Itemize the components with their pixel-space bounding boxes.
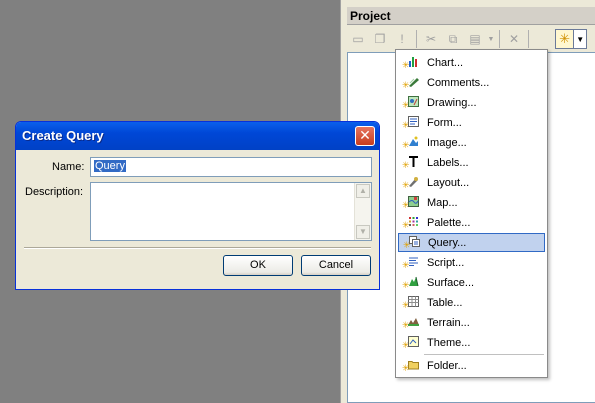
new-item-button[interactable]: ✳ ▼ <box>555 29 587 49</box>
menu-item-label: Image... <box>427 136 467 149</box>
close-button[interactable]: ✕ <box>355 126 375 146</box>
description-label: Description: <box>25 186 84 198</box>
labels-icon: ✳ <box>402 155 420 171</box>
cut-icon[interactable]: ✂ <box>420 29 442 49</box>
toolbar-separator <box>528 30 529 48</box>
map-icon: ✳ <box>402 195 420 211</box>
menu-item-surface[interactable]: ✳ Surface... <box>398 273 545 292</box>
chevron-down-icon[interactable]: ▼ <box>573 30 586 48</box>
menu-item-label: Chart... <box>427 56 464 69</box>
ok-button[interactable]: OK <box>223 255 293 276</box>
paste-icon[interactable]: ▤ <box>464 29 486 49</box>
menu-item-label: Theme... <box>427 336 471 349</box>
delete-icon[interactable]: ✕ <box>503 29 525 49</box>
menu-item-terrain[interactable]: ✳ Terrain... <box>398 313 545 332</box>
copy-icon[interactable]: ⧉ <box>442 29 464 49</box>
windows-icon[interactable]: ❐ <box>369 29 391 49</box>
new-item-menu: ✳ Chart... ✳ Comments... ✳ Drawing... ✳ … <box>395 49 548 378</box>
terrain-icon: ✳ <box>402 315 420 331</box>
menu-item-map[interactable]: ✳ Map... <box>398 193 545 212</box>
menu-item-label: Labels... <box>427 156 469 169</box>
menu-item-drawing[interactable]: ✳ Drawing... <box>398 93 545 112</box>
description-textarea[interactable]: ▲ ▼ <box>90 182 372 241</box>
menu-item-label: Map... <box>427 196 458 209</box>
layout-icon: ✳ <box>402 175 420 191</box>
menu-item-chart[interactable]: ✳ Chart... <box>398 53 545 72</box>
menu-item-table[interactable]: ✳ Table... <box>398 293 545 312</box>
menu-item-label: Surface... <box>427 276 475 289</box>
palette-icon: ✳ <box>402 215 420 231</box>
surface-icon: ✳ <box>402 275 420 291</box>
name-label: Name: <box>52 161 85 173</box>
dialog-titlebar[interactable]: Create Query ✕ <box>16 122 379 150</box>
scroll-up-icon[interactable]: ▲ <box>356 184 370 198</box>
name-input[interactable]: Query <box>90 157 372 177</box>
restore-icon[interactable]: ▭ <box>347 29 369 49</box>
image-icon: ✳ <box>402 135 420 151</box>
folder-icon: ✳ <box>402 358 420 374</box>
form-icon: ✳ <box>402 115 420 131</box>
drawing-icon: ✳ <box>402 95 420 111</box>
menu-item-label: Drawing... <box>427 96 477 109</box>
name-input-value: Query <box>94 160 126 172</box>
menu-separator <box>424 354 544 355</box>
table-icon: ✳ <box>402 295 420 311</box>
menu-item-label: Layout... <box>427 176 470 189</box>
menu-item-label: Query... <box>428 236 467 249</box>
menu-item-label: Script... <box>427 256 465 269</box>
dialog-separator <box>24 247 371 249</box>
close-icon: ✕ <box>359 127 371 143</box>
toolbar-separator <box>499 30 500 48</box>
comments-icon: ✳ <box>402 75 420 91</box>
menu-item-label: Comments... <box>427 76 490 89</box>
paste-dropdown-icon[interactable]: ▼ <box>486 29 496 49</box>
cancel-button[interactable]: Cancel <box>301 255 371 276</box>
scroll-down-icon[interactable]: ▼ <box>356 225 370 239</box>
menu-item-label: Folder... <box>427 359 467 372</box>
menu-item-label: Terrain... <box>427 316 470 329</box>
dialog-title: Create Query <box>22 128 104 143</box>
project-panel-title: Project <box>347 7 595 25</box>
menu-item-image[interactable]: ✳ Image... <box>398 133 545 152</box>
new-sparkle-icon: ✳ <box>559 31 571 46</box>
menu-item-palette[interactable]: ✳ Palette... <box>398 213 545 232</box>
menu-item-query[interactable]: ✳ Query... <box>398 233 545 252</box>
menu-item-theme[interactable]: ✳ Theme... <box>398 333 545 352</box>
query-icon: ✳ <box>403 235 421 251</box>
create-query-dialog: Create Query ✕ Name: Query Description: … <box>15 121 380 290</box>
theme-icon: ✳ <box>402 335 420 351</box>
description-scrollbar[interactable]: ▲ ▼ <box>354 183 371 240</box>
menu-item-layout[interactable]: ✳ Layout... <box>398 173 545 192</box>
menu-item-comments[interactable]: ✳ Comments... <box>398 73 545 92</box>
menu-item-form[interactable]: ✳ Form... <box>398 113 545 132</box>
script-icon: ✳ <box>402 255 420 271</box>
menu-item-script[interactable]: ✳ Script... <box>398 253 545 272</box>
menu-item-label: Palette... <box>427 216 471 229</box>
menu-item-label: Form... <box>427 116 462 129</box>
chart-icon: ✳ <box>402 55 420 71</box>
menu-item-label: Table... <box>427 296 463 309</box>
properties-icon[interactable]: ! <box>391 29 413 49</box>
menu-item-labels[interactable]: ✳ Labels... <box>398 153 545 172</box>
toolbar-separator <box>416 30 417 48</box>
menu-item-folder[interactable]: ✳ Folder... <box>398 356 545 375</box>
